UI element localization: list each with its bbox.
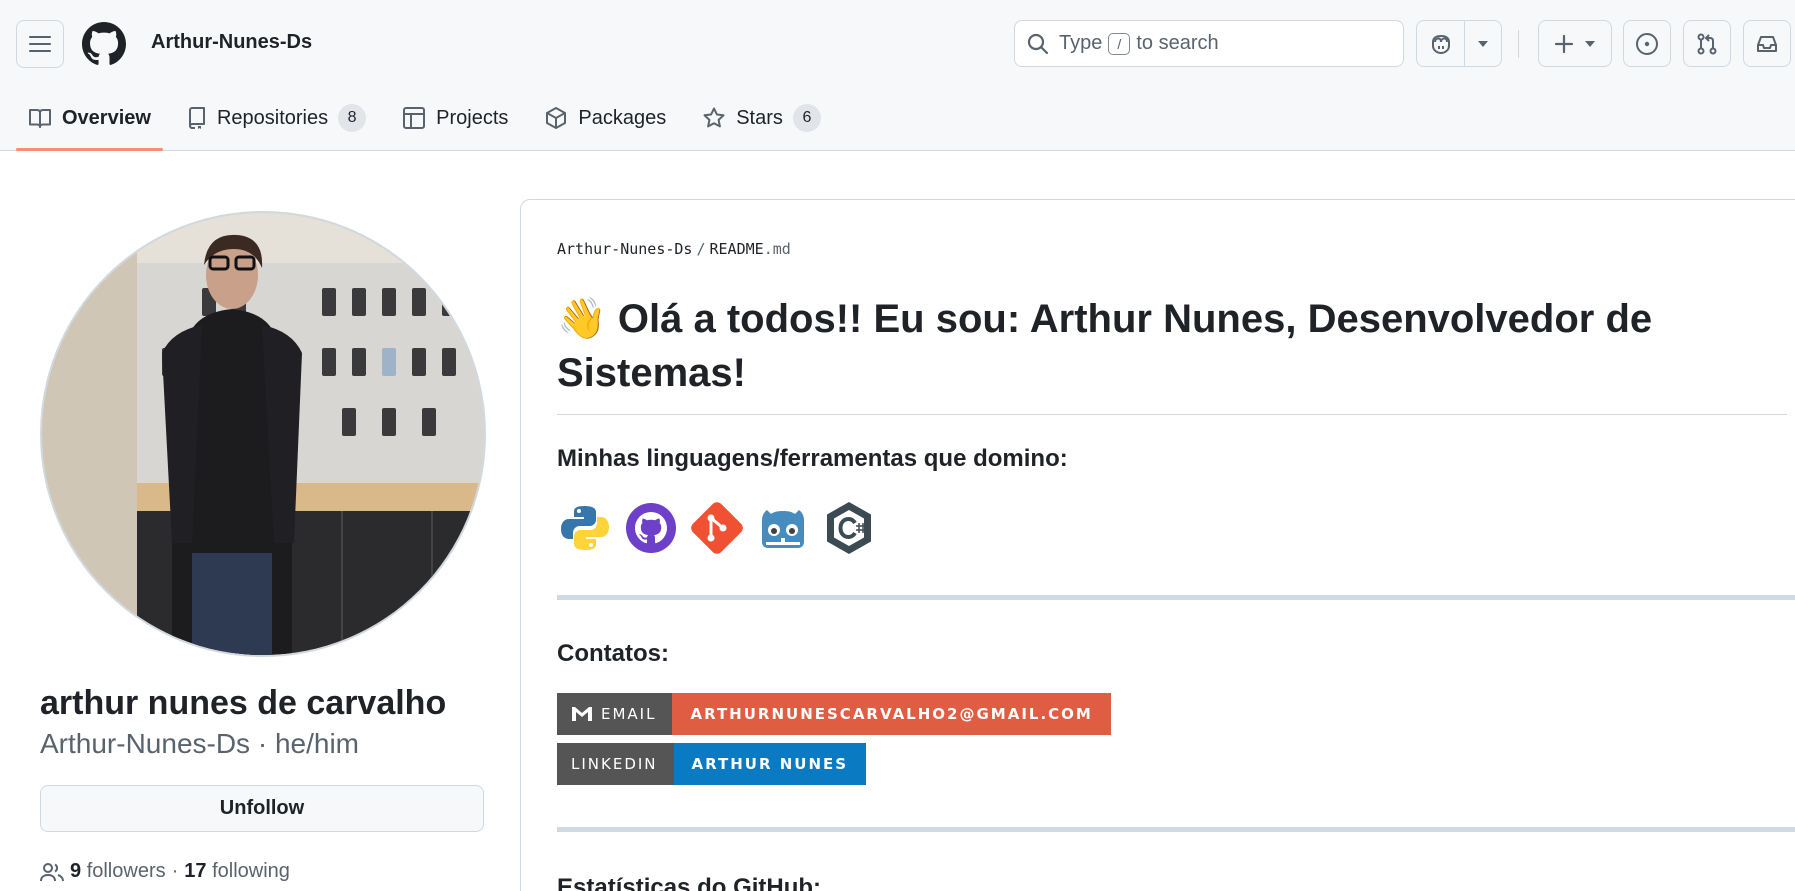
email-badge[interactable]: EMAIL ARTHURNUNESCARVALHO2@GMAIL.COM bbox=[557, 693, 1111, 735]
tab-projects[interactable]: Projects bbox=[390, 96, 520, 140]
following-label: following bbox=[212, 860, 290, 882]
readme-divider-2 bbox=[557, 827, 1795, 832]
linkedin-badge[interactable]: LINKEDIN ARTHUR NUNES bbox=[557, 743, 867, 785]
python-icon bbox=[561, 506, 609, 550]
profile-tabs: Overview Repositories 8 Projects Package… bbox=[16, 96, 845, 151]
inbox-icon bbox=[1757, 35, 1777, 52]
people-icon bbox=[40, 862, 64, 881]
git-pull-request-icon bbox=[1697, 33, 1717, 54]
triangle-down-icon bbox=[1585, 40, 1595, 47]
git-icon bbox=[691, 502, 743, 554]
copilot-button[interactable] bbox=[1416, 20, 1502, 67]
tab-repositories-label: Repositories bbox=[216, 106, 329, 129]
plus-icon bbox=[1554, 34, 1574, 53]
tab-repositories[interactable]: Repositories 8 bbox=[175, 96, 378, 140]
email-badge-label: EMAIL bbox=[557, 693, 673, 735]
search-shortcut-key: / bbox=[1108, 32, 1131, 55]
stats-heading: Estatísticas do GitHub: bbox=[557, 874, 822, 891]
tab-stars[interactable]: Stars 6 bbox=[690, 96, 833, 140]
readme-card: Arthur-Nunes-Ds / README.md 👋 Olá a todos!… bbox=[520, 199, 1795, 891]
inbox-button[interactable] bbox=[1743, 20, 1791, 67]
menu-button[interactable] bbox=[16, 20, 64, 68]
search-placeholder-prefix: Type bbox=[1059, 32, 1103, 54]
tab-projects-label: Projects bbox=[436, 106, 509, 129]
linkedin-badge-value: ARTHUR NUNES bbox=[673, 743, 867, 785]
email-badge-label-text: EMAIL bbox=[601, 705, 657, 723]
followers-link[interactable]: 9 followers bbox=[70, 860, 166, 883]
tool-godot bbox=[755, 500, 811, 556]
unfollow-button[interactable]: Unfollow bbox=[40, 785, 484, 832]
tab-overview-label: Overview bbox=[62, 106, 151, 129]
followers-count: 9 bbox=[70, 860, 82, 882]
tool-csharp bbox=[821, 500, 877, 556]
linkedin-badge-label-text: LINKEDIN bbox=[571, 755, 658, 773]
package-icon bbox=[546, 107, 567, 129]
tool-git bbox=[689, 500, 745, 556]
context-username-link[interactable]: Arthur-Nunes-Ds bbox=[151, 31, 312, 54]
star-icon bbox=[703, 107, 725, 128]
app-header: Arthur-Nunes-Ds Type / to search Overvie… bbox=[0, 0, 1795, 151]
readme-path: Arthur-Nunes-Ds / README.md bbox=[557, 240, 791, 258]
follow-stats: 9 followers · 17 following bbox=[40, 860, 290, 883]
gmail-icon bbox=[572, 707, 592, 721]
pronouns-separator: · bbox=[250, 728, 275, 759]
readme-path-owner[interactable]: Arthur-Nunes-Ds bbox=[557, 240, 692, 258]
profile-username: Arthur-Nunes-Ds bbox=[40, 728, 251, 759]
github-icon bbox=[626, 503, 676, 553]
profile-username-line: Arthur-Nunes-Ds · he/him bbox=[40, 728, 359, 760]
readme-path-file[interactable]: README bbox=[710, 240, 764, 258]
search-placeholder-suffix: to search bbox=[1136, 32, 1219, 54]
follow-separator: · bbox=[171, 860, 179, 882]
pull-requests-button[interactable] bbox=[1683, 20, 1731, 67]
issues-button[interactable] bbox=[1623, 20, 1671, 67]
repo-icon bbox=[188, 107, 205, 129]
tools-list bbox=[557, 500, 877, 556]
copilot-chat-button[interactable] bbox=[1417, 21, 1465, 66]
stars-count-badge: 6 bbox=[792, 104, 821, 132]
tab-packages-label: Packages bbox=[578, 106, 667, 129]
following-link[interactable]: 17 following bbox=[184, 860, 290, 883]
avatar[interactable] bbox=[40, 211, 486, 657]
readme-path-separator: / bbox=[696, 240, 706, 258]
profile-full-name: arthur nunes de carvalho bbox=[40, 684, 447, 722]
search-icon bbox=[1027, 33, 1049, 54]
search-input[interactable]: Type / to search bbox=[1014, 20, 1404, 67]
book-icon bbox=[29, 109, 51, 128]
linkedin-badge-label: LINKEDIN bbox=[557, 743, 674, 785]
tab-overview[interactable]: Overview bbox=[16, 96, 163, 151]
contacts-heading: Contatos: bbox=[557, 640, 669, 667]
tool-python bbox=[557, 500, 613, 556]
readme-title: 👋 Olá a todos!! Eu sou: Arthur Nunes, De… bbox=[557, 292, 1787, 415]
profile-pronouns: he/him bbox=[274, 728, 359, 759]
header-divider bbox=[1518, 30, 1519, 58]
repositories-count-badge: 8 bbox=[338, 104, 367, 132]
triangle-down-icon bbox=[1478, 40, 1488, 47]
godot-icon bbox=[762, 510, 804, 548]
hamburger-icon bbox=[29, 36, 51, 52]
issue-opened-icon bbox=[1636, 32, 1658, 55]
readme-divider-1 bbox=[557, 595, 1795, 600]
create-new-button[interactable] bbox=[1538, 20, 1612, 67]
copilot-icon bbox=[1431, 34, 1450, 54]
profile-photo bbox=[42, 213, 484, 655]
copilot-dropdown-button[interactable] bbox=[1465, 21, 1501, 66]
readme-path-extension: .md bbox=[763, 240, 791, 258]
csharp-icon bbox=[827, 502, 871, 554]
tab-packages[interactable]: Packages bbox=[532, 96, 678, 140]
email-badge-value: ARTHURNUNESCARVALHO2@GMAIL.COM bbox=[672, 693, 1111, 735]
github-logo-icon[interactable] bbox=[82, 22, 126, 66]
tool-github bbox=[623, 500, 679, 556]
table-icon bbox=[403, 107, 426, 129]
languages-heading: Minhas linguagens/ferramentas que domino… bbox=[557, 445, 1068, 472]
following-count: 17 bbox=[184, 860, 207, 882]
followers-label: followers bbox=[86, 860, 166, 882]
tab-stars-label: Stars bbox=[736, 106, 783, 129]
